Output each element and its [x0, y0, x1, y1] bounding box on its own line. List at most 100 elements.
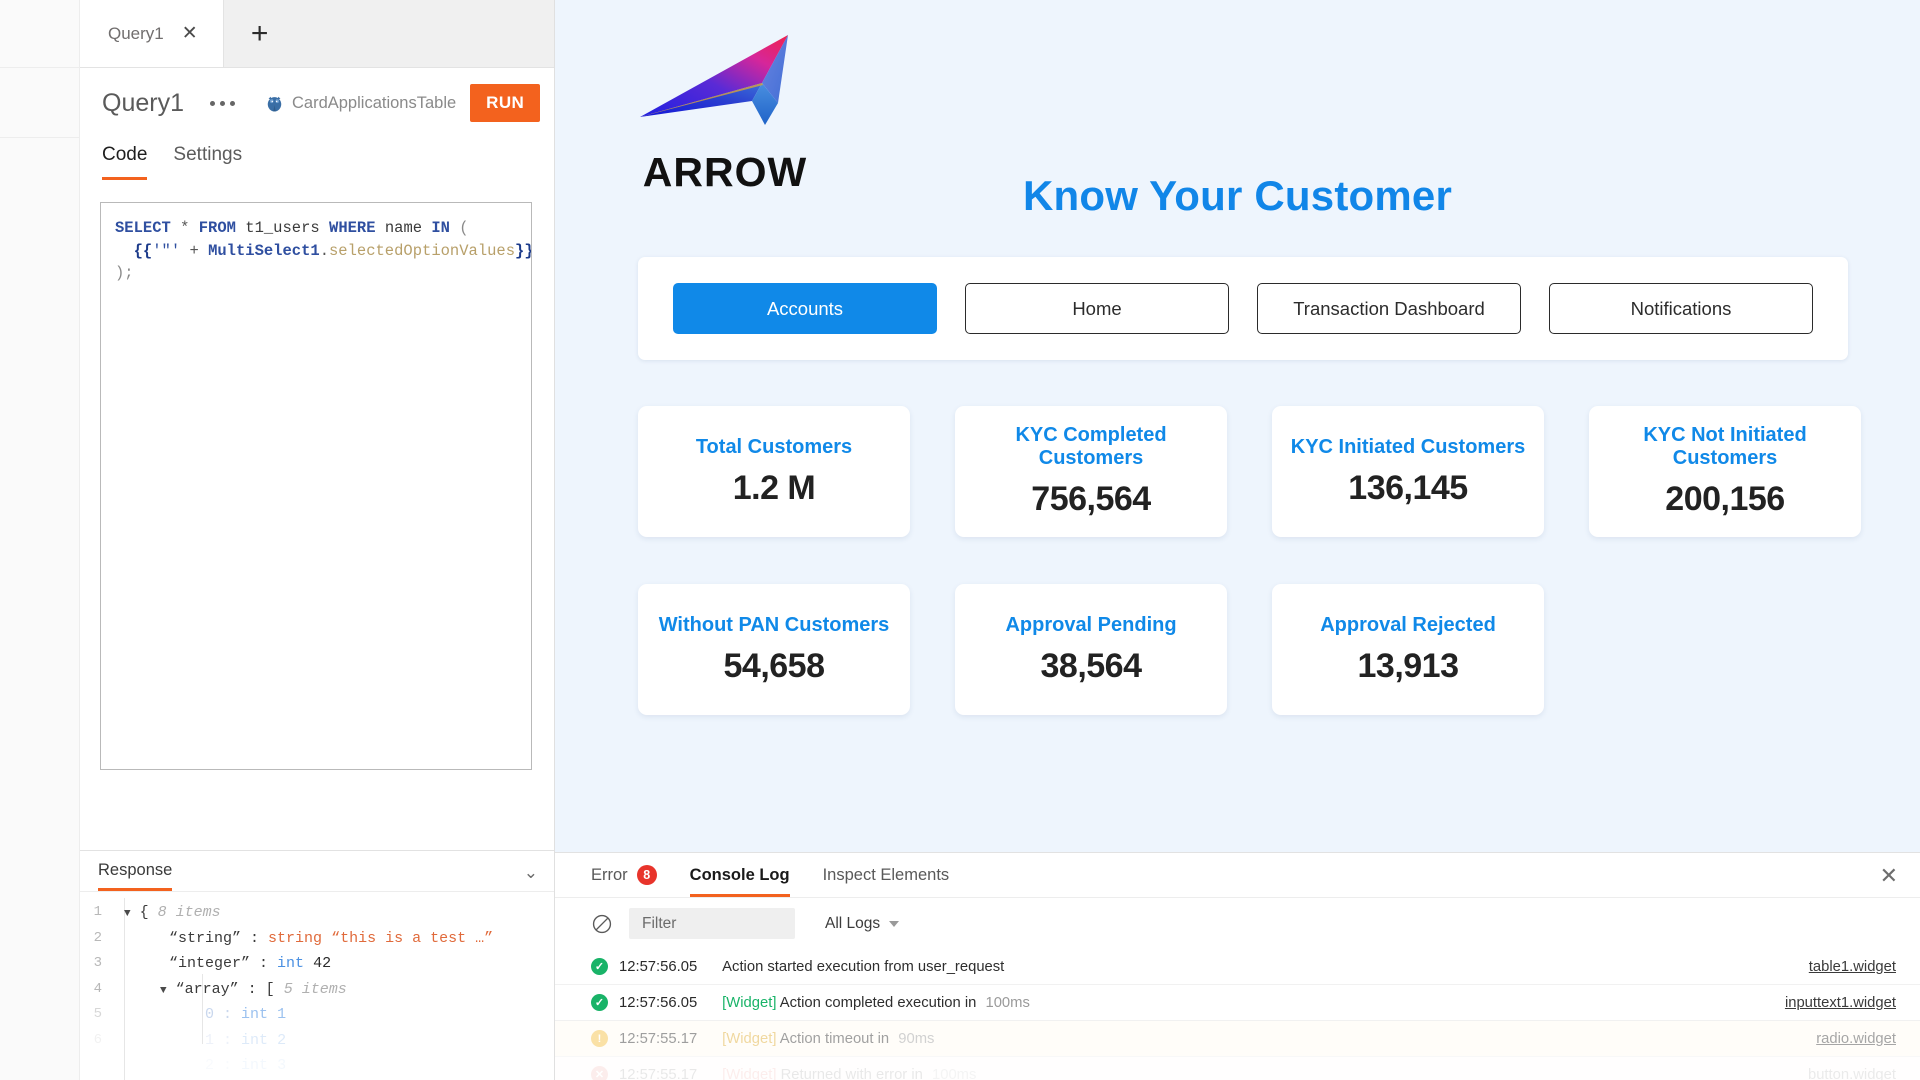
- stat-value: 38,564: [1040, 646, 1143, 685]
- json-item-count: 8 items: [157, 904, 221, 921]
- tab-settings[interactable]: Settings: [173, 144, 242, 180]
- json-type: string: [268, 929, 323, 947]
- nav-button-accounts[interactable]: Accounts: [673, 283, 937, 334]
- log-level-dropdown[interactable]: All Logs: [825, 914, 900, 933]
- stat-card-approval-rejected[interactable]: Approval Rejected 13,913: [1272, 584, 1544, 715]
- status-badge: 8: [636, 865, 657, 885]
- stat-card-kyc-initiated[interactable]: KYC Initiated Customers 136,145: [1272, 406, 1544, 537]
- log-timestamp: 12:57:55.17: [619, 1030, 698, 1047]
- chevron-down-icon[interactable]: ⌄: [524, 863, 538, 889]
- stat-value: 200,156: [1665, 480, 1785, 518]
- stat-card-total-customers[interactable]: Total Customers 1.2 M: [638, 406, 910, 537]
- nav-button-notifications[interactable]: Notifications: [1549, 283, 1813, 334]
- json-row: 5 0 : int 1: [80, 1002, 554, 1028]
- json-row: 1 ▼ { 8 items: [80, 900, 554, 926]
- log-row[interactable]: ✕ 12:57:55.17 [Widget] Returned with err…: [555, 1057, 1920, 1080]
- json-row: 6 1 : int 2: [80, 1028, 554, 1054]
- rail-segment-top: [0, 0, 79, 68]
- app-preview-area: ARROW Know Your Customer Accounts Home T…: [555, 0, 1920, 1080]
- log-timestamp: 12:57:56.05: [619, 994, 698, 1011]
- tab-query1[interactable]: Query1 ✕: [80, 0, 224, 67]
- datasource-chip[interactable]: CardApplicationsTable: [265, 94, 456, 113]
- json-caret-icon[interactable]: ▼: [124, 908, 131, 920]
- log-message: Returned with error in: [780, 1066, 923, 1080]
- stat-card-kyc-completed[interactable]: KYC Completed Customers 756,564: [955, 406, 1227, 537]
- json-value: 2: [277, 1031, 287, 1049]
- json-separator: :: [214, 1006, 242, 1023]
- log-row[interactable]: ✓ 12:57:56.05 [Widget] Action completed …: [555, 985, 1920, 1021]
- json-brace: {: [139, 904, 149, 921]
- json-caret-icon[interactable]: ▼: [160, 985, 167, 997]
- line-number: 3: [93, 955, 102, 971]
- json-item-count: 5 items: [283, 980, 347, 998]
- sql-code-content: SELECT * FROM t1_users WHERE name IN ( {…: [115, 217, 531, 285]
- app-root: Query1 ✕ + Query1 CardApplicationsTable …: [0, 0, 1920, 1080]
- query-editor-panel: Query1 ✕ + Query1 CardApplicationsTable …: [0, 0, 555, 1080]
- json-index: 0: [205, 1006, 215, 1023]
- log-duration: 90ms: [898, 1030, 935, 1047]
- tab-label: Query1: [108, 23, 164, 43]
- sql-plus-operator: +: [189, 241, 199, 260]
- line-number: 6: [93, 1031, 102, 1048]
- json-bracket: [: [265, 980, 275, 998]
- sql-keyword-in: IN: [431, 219, 450, 237]
- sql-keyword-select: SELECT: [115, 219, 171, 237]
- json-type: int: [241, 1031, 269, 1049]
- log-widget-link[interactable]: button.widget: [1808, 1067, 1896, 1080]
- log-message: Action started execution from user_reque…: [722, 958, 1005, 975]
- log-duration: 100ms: [931, 1066, 977, 1080]
- log-message: Action timeout in: [779, 1030, 890, 1047]
- postgres-elephant-icon: [267, 96, 282, 111]
- close-icon[interactable]: ✕: [182, 24, 198, 43]
- stat-card-kyc-not-initiated[interactable]: KYC Not Initiated Customers 200,156: [1589, 406, 1861, 537]
- datasource-label: CardApplicationsTable: [291, 93, 457, 112]
- close-icon[interactable]: ✕: [1880, 863, 1898, 889]
- sql-code-editor[interactable]: SELECT * FROM t1_users WHERE name IN ( {…: [100, 202, 532, 770]
- plus-icon[interactable]: +: [224, 0, 296, 67]
- console-toolbar: All Logs: [555, 898, 1920, 949]
- line-number: 1: [93, 904, 102, 920]
- sql-binding-close: }}: [515, 241, 532, 260]
- filter-input[interactable]: [629, 908, 795, 939]
- tab-inspect-elements[interactable]: Inspect Elements: [823, 866, 950, 897]
- tab-code[interactable]: Code: [102, 144, 148, 180]
- tab-console-log[interactable]: Console Log: [689, 866, 790, 897]
- json-value: 42: [313, 955, 332, 972]
- sql-keyword-where: WHERE: [329, 219, 376, 237]
- more-horizontal-icon[interactable]: [209, 100, 235, 106]
- json-type: int: [241, 1006, 269, 1023]
- no-entry-icon[interactable]: [591, 913, 613, 935]
- stat-card-approval-pending[interactable]: Approval Pending 38,564: [955, 584, 1227, 715]
- console-log-list: ✓ 12:57:56.05 Action started execution f…: [555, 949, 1920, 1080]
- nav-button-transaction-dashboard[interactable]: Transaction Dashboard: [1257, 283, 1521, 334]
- log-widget-link[interactable]: table1.widget: [1809, 959, 1896, 975]
- sql-star: *: [180, 219, 190, 237]
- sql-closing-line: );: [115, 264, 134, 282]
- tab-error[interactable]: Error 8: [591, 865, 657, 897]
- nav-button-group: Accounts Home Transaction Dashboard Noti…: [638, 257, 1848, 360]
- json-key: “array”: [175, 980, 239, 998]
- nav-button-home[interactable]: Home: [965, 283, 1229, 334]
- log-widget-link[interactable]: radio.widget: [1816, 1031, 1896, 1047]
- log-timestamp: 12:57:56.05: [619, 958, 698, 975]
- stat-value: 1.2 M: [732, 468, 816, 507]
- sql-binding-open: {{: [133, 241, 153, 260]
- log-row[interactable]: ! 12:57:55.17 [Widget] Action timeout in…: [555, 1021, 1920, 1057]
- app-canvas: ARROW Know Your Customer Accounts Home T…: [555, 0, 1920, 852]
- log-message: Action completed execution in: [779, 994, 977, 1011]
- console-tabbar: Error 8 Console Log Inspect Elements ✕: [555, 853, 1920, 898]
- run-button[interactable]: RUN: [470, 84, 541, 122]
- stat-label: KYC Initiated Customers: [1290, 435, 1526, 458]
- stat-card-without-pan[interactable]: Without PAN Customers 54,658: [638, 584, 910, 715]
- log-level-label: All Logs: [825, 914, 881, 932]
- stat-label: Total Customers: [695, 435, 853, 458]
- log-widget-link[interactable]: inputtext1.widget: [1785, 995, 1896, 1011]
- log-duration: 100ms: [985, 994, 1030, 1011]
- response-header: Response ⌄: [80, 851, 554, 892]
- stat-value: 136,145: [1348, 468, 1468, 507]
- response-tab[interactable]: Response: [98, 861, 173, 891]
- arrow-logo-icon: [640, 35, 788, 125]
- log-timestamp: 12:57:55.17: [619, 1066, 698, 1080]
- log-source-tag: [Widget]: [722, 1030, 777, 1047]
- log-row[interactable]: ✓ 12:57:56.05 Action started execution f…: [555, 949, 1920, 985]
